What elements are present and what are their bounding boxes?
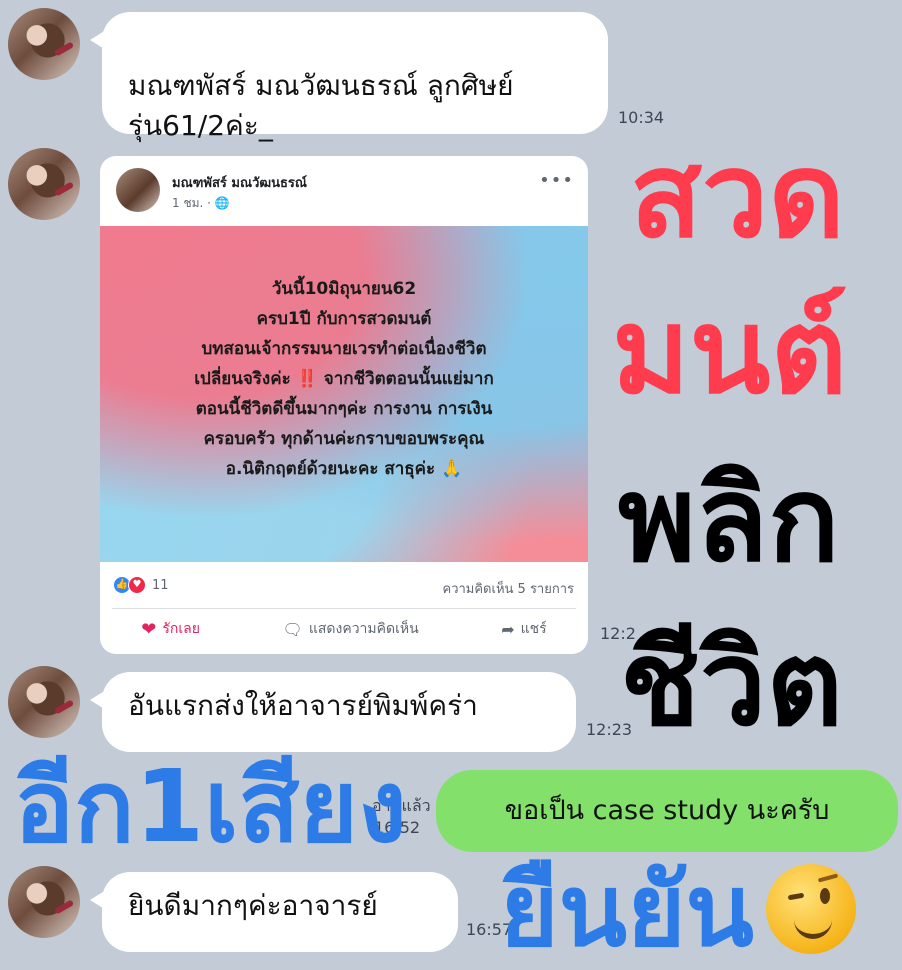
divider <box>112 608 576 609</box>
heart-icon: ❤ <box>141 618 157 640</box>
post-author-avatar <box>116 168 160 212</box>
love-button[interactable]: ❤ รักเลย <box>141 618 200 640</box>
message-text: มณฑพัสร์ มณวัฒนธรณ์ ลูกศิษย์ รุ่น61/2ค่ะ… <box>128 69 514 142</box>
love-reaction-icon: ♥ <box>128 576 146 594</box>
comment-icon: 🗨 <box>282 619 303 639</box>
post-actions: ❤ รักเลย 🗨 แสดงความคิดเห็น ➦ แชร์ <box>100 618 588 640</box>
message-bubble-4: ยินดีมากๆค่ะอาจารย์ <box>90 872 458 952</box>
overlay-word-pray: สวด <box>630 126 845 264</box>
message-bubble-1: มณฑพัสร์ มณวัฒนธรณ์ ลูกศิษย์ รุ่น61/2ค่ะ… <box>90 12 608 142</box>
message-text: อันแรกส่งให้อาจารย์พิมพ์คร่า <box>128 689 478 722</box>
sender-avatar[interactable] <box>8 148 80 220</box>
message-bubble-3: อันแรกส่งให้อาจารย์พิมพ์คร่า <box>90 672 576 752</box>
post-image-text: วันนี้10มิถุนายน62 ครบ1ปี กับการสวดมนต์ … <box>194 279 494 479</box>
post-meta: 1 ชม. · 🌐 <box>172 196 230 210</box>
sent-message-bubble: ขอเป็น case study นะครับ <box>436 770 898 852</box>
sender-avatar[interactable] <box>8 866 80 938</box>
post-author-name: มณฑพัสร์ มณวัฒนธรณ์ <box>172 176 307 191</box>
comment-button[interactable]: 🗨 แสดงความคิดเห็น <box>283 618 419 640</box>
share-icon: ➦ <box>501 619 515 639</box>
comments-count[interactable]: ความคิดเห็น 5 รายการ <box>443 578 575 599</box>
overlay-word-life: ชีวิต <box>620 614 843 752</box>
reaction-count: 11 <box>152 577 169 593</box>
message-text: ยินดีมากๆค่ะอาจารย์ <box>128 889 378 922</box>
post-image: วันนี้10มิถุนายน62 ครบ1ปี กับการสวดมนต์ … <box>100 226 588 562</box>
sender-avatar[interactable] <box>8 666 80 738</box>
message-time: 10:34 <box>618 108 665 127</box>
more-options-icon[interactable]: ••• <box>539 170 574 191</box>
overlay-word-one-more-voice: อีก1เสียง <box>14 748 407 865</box>
globe-icon: 🌐 <box>214 196 230 210</box>
overlay-word-confirm: ยืนยัน <box>500 852 754 969</box>
share-button[interactable]: ➦ แชร์ <box>501 618 546 640</box>
reactions-summary[interactable]: 👍 ♥ 11 <box>114 576 169 594</box>
winking-face-icon <box>766 864 856 954</box>
overlay-word-turn: พลิก <box>618 450 840 588</box>
overlay-word-mantra: มนต์ <box>612 282 848 420</box>
sender-avatar[interactable] <box>8 8 80 80</box>
shared-facebook-post[interactable]: มณฑพัสร์ มณวัฒนธรณ์ 1 ชม. · 🌐 ••• วันนี้… <box>100 156 588 654</box>
